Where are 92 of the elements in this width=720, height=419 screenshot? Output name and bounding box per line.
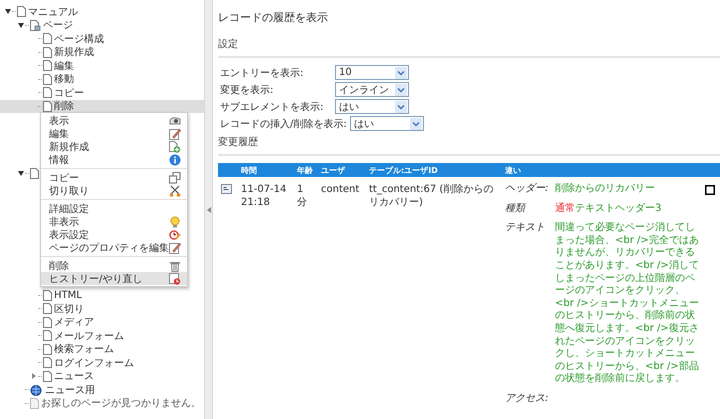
copy-icon (169, 172, 181, 184)
info-icon (169, 154, 181, 166)
tree-item[interactable]: 移動 (54, 72, 74, 86)
page-icon[interactable] (43, 344, 52, 355)
page-icon[interactable] (43, 33, 52, 44)
page-icon[interactable] (30, 20, 41, 31)
page-icon[interactable] (17, 6, 26, 18)
diff-value: 通常テキストヘッダー3 (555, 202, 662, 216)
menu-item[interactable]: 新規作成 (41, 140, 187, 153)
tree-item[interactable]: お探しのページが見つかりません。 (41, 396, 201, 410)
lightbulb-icon (169, 216, 181, 228)
menu-item[interactable]: 非表示 (41, 215, 187, 228)
tree-item[interactable]: ログインフォーム (54, 356, 134, 370)
column-header: テーブル:ユーザID (366, 163, 502, 177)
diff-value: 間違って必要なページ消してしまった場合、<br />完全ではありませんが、リカバリーできることがあります。<br />消してしまったページの上位階層のページのアイコンをクリック、<br />ショートカットメニューのヒストリーから、削除前の状態へ復元します。<br />復元されたページのアイコンをクリックし、ショートカットメニューのヒストリーから、<br />部品の状態を削除前に戻します。 (555, 222, 700, 386)
menu-item[interactable]: 表示 (41, 114, 187, 127)
page-icon[interactable] (43, 290, 52, 301)
dropdown[interactable]: はい (350, 116, 424, 131)
tree-item[interactable]: ページ構成 (54, 32, 104, 46)
field-label: ヘッダー: (505, 183, 550, 196)
column-header: 時間 (238, 163, 294, 177)
eye-icon (169, 116, 181, 126)
trash-icon (169, 260, 181, 272)
field-label: レコードの挿入/削除を表示: (220, 118, 347, 130)
tree-item[interactable]: 検索フォーム (54, 342, 114, 356)
tree-item[interactable]: 編集 (54, 58, 74, 73)
header-cell (218, 163, 238, 177)
menu-item[interactable]: コピー (41, 168, 187, 184)
page-icon[interactable] (43, 87, 52, 98)
tree-item[interactable]: ニュース (54, 369, 94, 384)
collapse-arrow-icon[interactable] (18, 22, 24, 28)
page-icon[interactable] (43, 303, 52, 314)
page-icon[interactable] (43, 60, 52, 72)
pencil-icon (169, 242, 181, 254)
tree-item[interactable]: メディア (54, 315, 94, 330)
square-icon[interactable] (705, 185, 715, 195)
table-cell-text: 1 (297, 183, 304, 196)
field-label: 種類 (505, 202, 528, 216)
column-header: 年齢 (294, 163, 318, 177)
page-icon[interactable] (43, 330, 52, 342)
field-label: テキスト (505, 222, 546, 236)
expand-arrow-icon[interactable] (32, 373, 36, 380)
column-header: ユーザ (318, 163, 366, 177)
tree-item[interactable]: マニュアル (28, 4, 78, 19)
field-label: 変更を表示: (220, 84, 274, 96)
menu-item[interactable]: ページのプロパティを編集 (41, 241, 187, 254)
diff-value: 削除からのリカバリー (555, 183, 656, 196)
section-heading: 設定 (218, 38, 239, 51)
tree-item[interactable]: メールフォーム (54, 328, 124, 343)
field-label: アクセス: (505, 392, 550, 406)
tree-item[interactable]: 新規作成 (54, 45, 94, 60)
table-cell-text: 分 (297, 196, 308, 209)
menu-item[interactable]: 切り取り (41, 184, 187, 197)
scissors-icon (169, 184, 181, 196)
table-cell: content (321, 184, 360, 195)
tree-item[interactable]: HTML (54, 290, 82, 301)
selected-tree-row[interactable]: 削除 (0, 100, 204, 113)
menu-item[interactable]: 編集 (41, 127, 187, 140)
field-label: エントリーを表示: (220, 66, 304, 80)
menu-item[interactable]: 詳細設定 (41, 199, 187, 215)
page-title: レコードの履歴を表示 (218, 10, 329, 25)
dropdown[interactable]: 10 (335, 65, 409, 80)
page-icon[interactable] (43, 316, 52, 328)
new-page-icon (169, 140, 181, 152)
dropdown[interactable]: インライン (335, 82, 409, 97)
field-label: サブエレメントを表示: (220, 100, 324, 114)
page-icon[interactable] (43, 46, 52, 58)
tree-item[interactable]: コピー (54, 86, 84, 100)
history-icon (169, 272, 181, 284)
table-cell: tt_content:67 (削除からのリカバリー) (369, 184, 494, 208)
page-icon[interactable] (43, 74, 52, 85)
globe-icon[interactable] (30, 384, 43, 396)
column-header: 違い (502, 163, 720, 177)
menu-item[interactable]: 表示設定 (41, 228, 187, 241)
section-heading: 変更履歴 (218, 136, 259, 149)
page-icon[interactable] (43, 357, 52, 368)
record-icon[interactable] (221, 184, 232, 194)
table-cell-text: 11-07-14 (241, 183, 288, 196)
menu-item[interactable]: 情報 (41, 153, 187, 166)
tree-item[interactable]: ページ (43, 18, 73, 32)
tree-item[interactable]: 区切り (54, 302, 84, 316)
menu-item[interactable]: ヒストリー/やり直し (41, 272, 187, 285)
dropdown[interactable]: はい (335, 99, 409, 114)
collapse-arrow-icon[interactable] (18, 171, 24, 176)
table-cell-text: 21:18 (241, 196, 271, 209)
tree-item[interactable]: 削除 (54, 99, 74, 114)
page-icon[interactable] (43, 100, 52, 112)
page-icon[interactable] (43, 370, 52, 382)
tree-item[interactable]: ニュース用 (45, 382, 95, 397)
collapse-arrow-icon[interactable] (5, 9, 11, 14)
clock-pencil-icon (169, 228, 181, 240)
pencil-icon (169, 128, 181, 140)
